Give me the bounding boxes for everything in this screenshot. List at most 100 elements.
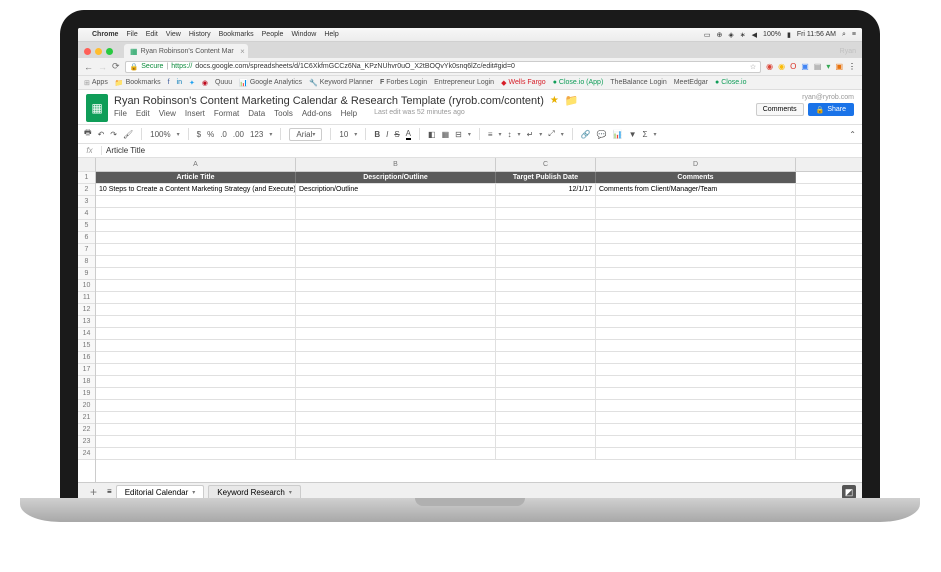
cell[interactable] xyxy=(496,232,596,243)
col-C[interactable]: C xyxy=(496,158,596,171)
ext6-icon[interactable]: ▾ xyxy=(826,62,830,71)
menubar-view[interactable]: View xyxy=(166,31,181,38)
filter-icon[interactable]: ▼ xyxy=(629,130,637,139)
bm-ent[interactable]: Entrepreneur Login xyxy=(434,79,494,86)
undo-icon[interactable]: ↶ xyxy=(98,130,105,139)
cell[interactable] xyxy=(296,220,496,231)
cell[interactable] xyxy=(296,388,496,399)
cell[interactable] xyxy=(496,316,596,327)
wifi-signal-icon[interactable]: ◈ xyxy=(728,31,733,39)
cell[interactable] xyxy=(596,424,796,435)
user-chip[interactable]: Ryan xyxy=(840,48,856,55)
col-B[interactable]: B xyxy=(296,158,496,171)
bm-close[interactable]: ●Close.io (App) xyxy=(553,79,604,86)
cell[interactable] xyxy=(296,244,496,255)
cell[interactable] xyxy=(96,448,296,459)
cell[interactable] xyxy=(96,328,296,339)
row-header[interactable]: 17 xyxy=(78,364,95,376)
cell[interactable] xyxy=(596,328,796,339)
font-size[interactable]: 10 xyxy=(339,130,348,139)
cell[interactable] xyxy=(496,280,596,291)
share-button[interactable]: 🔒Share xyxy=(808,103,854,116)
cell[interactable] xyxy=(296,448,496,459)
cell[interactable] xyxy=(96,400,296,411)
redo-icon[interactable]: ↷ xyxy=(110,130,117,139)
cell[interactable] xyxy=(596,256,796,267)
bm-edgar[interactable]: MeetEdgar xyxy=(674,79,708,86)
row-header[interactable]: 2 xyxy=(78,184,95,196)
strike-button[interactable]: S xyxy=(394,130,399,139)
menu-edit[interactable]: Edit xyxy=(136,109,150,118)
cell-B2[interactable]: Description/Outline xyxy=(296,184,496,195)
cell[interactable] xyxy=(496,304,596,315)
menubar-window[interactable]: Window xyxy=(291,31,316,38)
dec-less[interactable]: .0 xyxy=(220,130,227,139)
ext3-icon[interactable]: O xyxy=(790,62,796,71)
row-header[interactable]: 22 xyxy=(78,424,95,436)
cell[interactable] xyxy=(596,376,796,387)
cell[interactable] xyxy=(96,220,296,231)
cell[interactable] xyxy=(596,340,796,351)
cell[interactable] xyxy=(496,352,596,363)
row-header[interactable]: 20 xyxy=(78,400,95,412)
cell[interactable] xyxy=(296,352,496,363)
menubar-file[interactable]: File xyxy=(126,31,137,38)
spotlight-icon[interactable]: ⌕ xyxy=(842,31,846,39)
bm-pin[interactable]: ◉ xyxy=(202,79,208,87)
cell[interactable] xyxy=(296,364,496,375)
bm-close2[interactable]: ●Close.io xyxy=(715,79,747,86)
cell[interactable] xyxy=(96,256,296,267)
cell[interactable] xyxy=(496,292,596,303)
cell[interactable] xyxy=(596,220,796,231)
num-format[interactable]: 123 xyxy=(250,130,263,139)
menu-tools[interactable]: Tools xyxy=(274,109,293,118)
cell[interactable] xyxy=(596,352,796,363)
cell[interactable] xyxy=(96,196,296,207)
print-icon[interactable]: 🖶 xyxy=(84,127,92,141)
menu-help[interactable]: Help xyxy=(341,109,357,118)
cell[interactable] xyxy=(496,448,596,459)
row-header[interactable]: 8 xyxy=(78,256,95,268)
cell[interactable] xyxy=(496,220,596,231)
fill-color-icon[interactable]: ◧ xyxy=(428,130,436,139)
bold-button[interactable]: B xyxy=(374,130,380,139)
cell[interactable] xyxy=(296,208,496,219)
row-header[interactable]: 11 xyxy=(78,292,95,304)
currency[interactable]: $ xyxy=(197,130,201,139)
window-minimize[interactable] xyxy=(95,48,102,55)
menubar-edit[interactable]: Edit xyxy=(146,31,158,38)
row-header[interactable]: 15 xyxy=(78,340,95,352)
cell[interactable] xyxy=(496,208,596,219)
cell[interactable] xyxy=(496,436,596,447)
cell[interactable] xyxy=(596,388,796,399)
cell[interactable] xyxy=(296,412,496,423)
row-header[interactable]: 13 xyxy=(78,316,95,328)
explore-button[interactable]: ◩ xyxy=(842,485,856,499)
sheet-tab-keyword[interactable]: Keyword Research▾ xyxy=(208,485,301,499)
row-header[interactable]: 12 xyxy=(78,304,95,316)
fx-input[interactable]: Article Title xyxy=(102,146,862,155)
bookmark-star-icon[interactable]: ☆ xyxy=(750,63,756,71)
italic-button[interactable]: I xyxy=(386,130,388,139)
menubar-people[interactable]: People xyxy=(262,31,284,38)
cell[interactable] xyxy=(496,388,596,399)
cell[interactable] xyxy=(596,268,796,279)
wifi-icon[interactable]: ⊕ xyxy=(717,31,723,39)
cell-C2[interactable]: 12/1/17 xyxy=(496,184,596,195)
menubar-bookmarks[interactable]: Bookmarks xyxy=(219,31,254,38)
address-bar[interactable]: 🔒 Secure | https://docs.google.com/sprea… xyxy=(125,61,762,73)
cell[interactable] xyxy=(596,208,796,219)
bm-apps[interactable]: ⊞Apps xyxy=(84,79,108,87)
row-header[interactable]: 1 xyxy=(78,172,95,184)
select-all[interactable] xyxy=(78,158,95,172)
cell[interactable] xyxy=(496,340,596,351)
spreadsheet-grid[interactable]: 123456789101112131415161718192021222324 … xyxy=(78,158,862,482)
halign-icon[interactable]: ≡ xyxy=(488,130,493,139)
menu-addons[interactable]: Add-ons xyxy=(302,109,332,118)
text-color[interactable]: A xyxy=(406,129,411,140)
font-select[interactable]: Arial ▾ xyxy=(289,128,322,141)
cell[interactable] xyxy=(496,412,596,423)
bm-kp[interactable]: 🔧Keyword Planner xyxy=(309,79,373,87)
cell[interactable] xyxy=(96,208,296,219)
bm-forbes[interactable]: FForbes Login xyxy=(380,79,427,86)
